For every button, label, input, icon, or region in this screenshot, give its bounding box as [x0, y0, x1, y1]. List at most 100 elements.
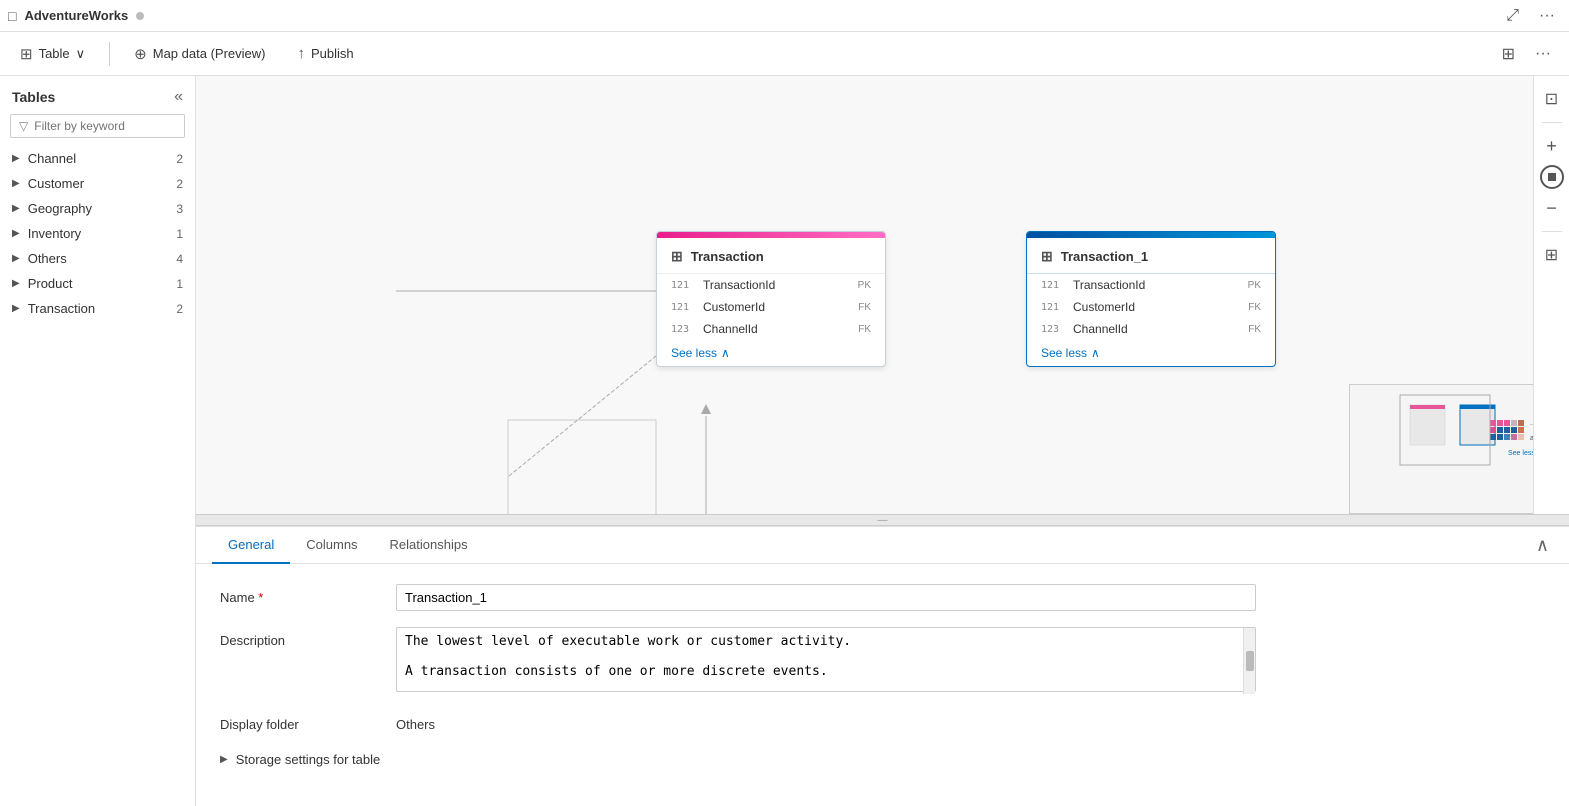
field-type-cid: 121 [671, 302, 695, 313]
layout-button[interactable]: ⊞ [1537, 240, 1567, 270]
table-field-t1-customerid[interactable]: 121 CustomerId FK [1027, 296, 1275, 318]
sidebar-group-channel[interactable]: ▶ Channel 2 [0, 146, 195, 171]
filter-input[interactable] [34, 119, 176, 133]
field-name-t1-tid: TransactionId [1073, 278, 1145, 292]
sidebar-group-customer[interactable]: ▶ Customer 2 [0, 171, 195, 196]
field-key-chid: FK [858, 324, 871, 335]
map-data-button[interactable]: ⊕ Map data (Preview) [126, 41, 273, 67]
tab-relationships[interactable]: Relationships [374, 527, 484, 564]
chevron-right-icon: ▶ [12, 303, 20, 314]
field-name-t1-cid: CustomerId [1073, 300, 1135, 314]
table-label: Table [39, 46, 70, 61]
sidebar-filter[interactable]: ▽ [10, 114, 185, 138]
sidebar-title: Tables [12, 89, 55, 105]
table-menu[interactable]: ⊞ Table ∨ [12, 41, 93, 67]
sidebar-collapse-button[interactable]: « [174, 88, 183, 106]
field-type-chid: 123 [671, 324, 695, 335]
chevron-right-icon: ▶ [12, 253, 20, 264]
more-button[interactable]: ··· [1533, 5, 1561, 27]
zoom-in-button[interactable]: + [1537, 131, 1567, 161]
table-title-transaction1: Transaction_1 [1061, 249, 1148, 264]
expand-button[interactable]: ⤢ [1500, 5, 1525, 27]
publish-button[interactable]: ↑ Publish [289, 41, 361, 66]
fit-view-button[interactable]: ⊡ [1537, 84, 1567, 114]
sidebar-group-name: Product [28, 276, 73, 291]
table-field-channelid[interactable]: 123 ChannelId FK [657, 318, 885, 340]
panel-divider[interactable]: — [196, 514, 1569, 526]
see-less-transaction1[interactable]: See less ∧ [1027, 340, 1275, 366]
display-folder-value: Others [396, 711, 1545, 732]
zoom-out-button[interactable]: − [1537, 193, 1567, 223]
sidebar-group-count: 2 [176, 302, 183, 316]
table-field-transactionid[interactable]: 121 TransactionId PK [657, 274, 885, 296]
form-label-display-folder: Display folder [220, 711, 380, 732]
sidebar-group-name: Channel [28, 151, 76, 166]
storage-settings[interactable]: ▶ Storage settings for table [220, 748, 1545, 771]
sidebar-group-name: Transaction [28, 301, 95, 316]
field-name-tid: TransactionId [703, 278, 775, 292]
table-card-transaction1[interactable]: ⊞ Transaction_1 121 TransactionId PK 121… [1026, 231, 1276, 367]
storage-arrow-icon: ▶ [220, 754, 228, 765]
map-data-label: Map data (Preview) [153, 46, 266, 61]
sidebar-group-name: Customer [28, 176, 84, 191]
see-less-transaction[interactable]: See less ∧ [657, 340, 885, 366]
tab-columns[interactable]: Columns [290, 527, 373, 564]
bottom-panel: General Columns Relationships ∧ Name Des… [196, 526, 1569, 806]
toolbar-divider-1 [109, 42, 110, 66]
field-key-t1-chid: FK [1248, 324, 1261, 335]
tab-general[interactable]: General [212, 527, 290, 564]
sidebar-group-name: Inventory [28, 226, 81, 241]
publish-icon: ↑ [297, 45, 305, 62]
table-icon: ⊞ [20, 45, 33, 63]
sidebar-list: ▶ Channel 2 ▶ Customer 2 ▶ Geography 3 ▶… [0, 146, 195, 806]
field-key-cid: FK [858, 302, 871, 313]
title-bar-left: □ AdventureWorks [8, 8, 144, 24]
sidebar-group-name: Geography [28, 201, 92, 216]
sidebar-group-count: 4 [176, 252, 183, 266]
field-key-t1-cid: FK [1248, 302, 1261, 313]
form-row-description: Description The lowest level of executab… [220, 627, 1545, 695]
sidebar-group-count: 2 [176, 177, 183, 191]
table-card-title-transaction1: ⊞ Transaction_1 [1027, 238, 1275, 274]
right-toolbar: ⊡ + − ⊞ [1533, 76, 1569, 514]
canvas-main[interactable]: ⊞ Transaction 121 TransactionId PK 121 C… [196, 76, 1569, 514]
sidebar-group-count: 1 [176, 227, 183, 241]
map-data-icon: ⊕ [134, 45, 147, 63]
field-type-t1-tid: 121 [1041, 280, 1065, 291]
sidebar-group-others[interactable]: ▶ Others 4 [0, 246, 195, 271]
sidebar-group-name: Others [28, 251, 67, 266]
description-textarea[interactable]: The lowest level of executable work or c… [396, 627, 1256, 692]
sidebar-group-count: 1 [176, 277, 183, 291]
chevron-right-icon: ▶ [12, 228, 20, 239]
more-options-button[interactable]: ··· [1529, 42, 1557, 66]
field-type-tid: 121 [671, 280, 695, 291]
sidebar-group-transaction[interactable]: ▶ Transaction 2 [0, 296, 195, 321]
filter-icon: ▽ [19, 119, 28, 133]
table-field-t1-transactionid[interactable]: 121 TransactionId PK [1027, 274, 1275, 296]
sidebar-header: Tables « [0, 76, 195, 114]
scrollbar-thumb [1246, 651, 1254, 671]
sidebar-group-geography[interactable]: ▶ Geography 3 [0, 196, 195, 221]
name-input[interactable] [396, 584, 1256, 611]
right-toolbar-divider [1542, 122, 1562, 123]
field-key-t1-tid: PK [1248, 280, 1261, 291]
table-icon-transaction1: ⊞ [1041, 248, 1053, 265]
chevron-right-icon: ▶ [12, 278, 20, 289]
field-name-chid: ChannelId [703, 322, 758, 336]
table-card-transaction[interactable]: ⊞ Transaction 121 TransactionId PK 121 C… [656, 231, 886, 367]
sidebar-group-product[interactable]: ▶ Product 1 [0, 271, 195, 296]
field-key-tid: PK [858, 280, 871, 291]
table-field-t1-channelid[interactable]: 123 ChannelId FK [1027, 318, 1275, 340]
table-field-customerid[interactable]: 121 CustomerId FK [657, 296, 885, 318]
scrollbar[interactable] [1243, 628, 1255, 694]
publish-label: Publish [311, 46, 354, 61]
table-title-transaction: Transaction [691, 249, 764, 264]
bottom-panel-collapse-button[interactable]: ∧ [1532, 531, 1553, 560]
toolbar: ⊞ Table ∨ ⊕ Map data (Preview) ↑ Publish… [0, 32, 1569, 76]
form-label-description: Description [220, 627, 380, 648]
toolbar-right: ⊞ ··· [1496, 42, 1557, 66]
field-name-cid: CustomerId [703, 300, 765, 314]
table-chevron: ∨ [76, 46, 86, 62]
sidebar-group-inventory[interactable]: ▶ Inventory 1 [0, 221, 195, 246]
grid-view-button[interactable]: ⊞ [1496, 42, 1521, 66]
